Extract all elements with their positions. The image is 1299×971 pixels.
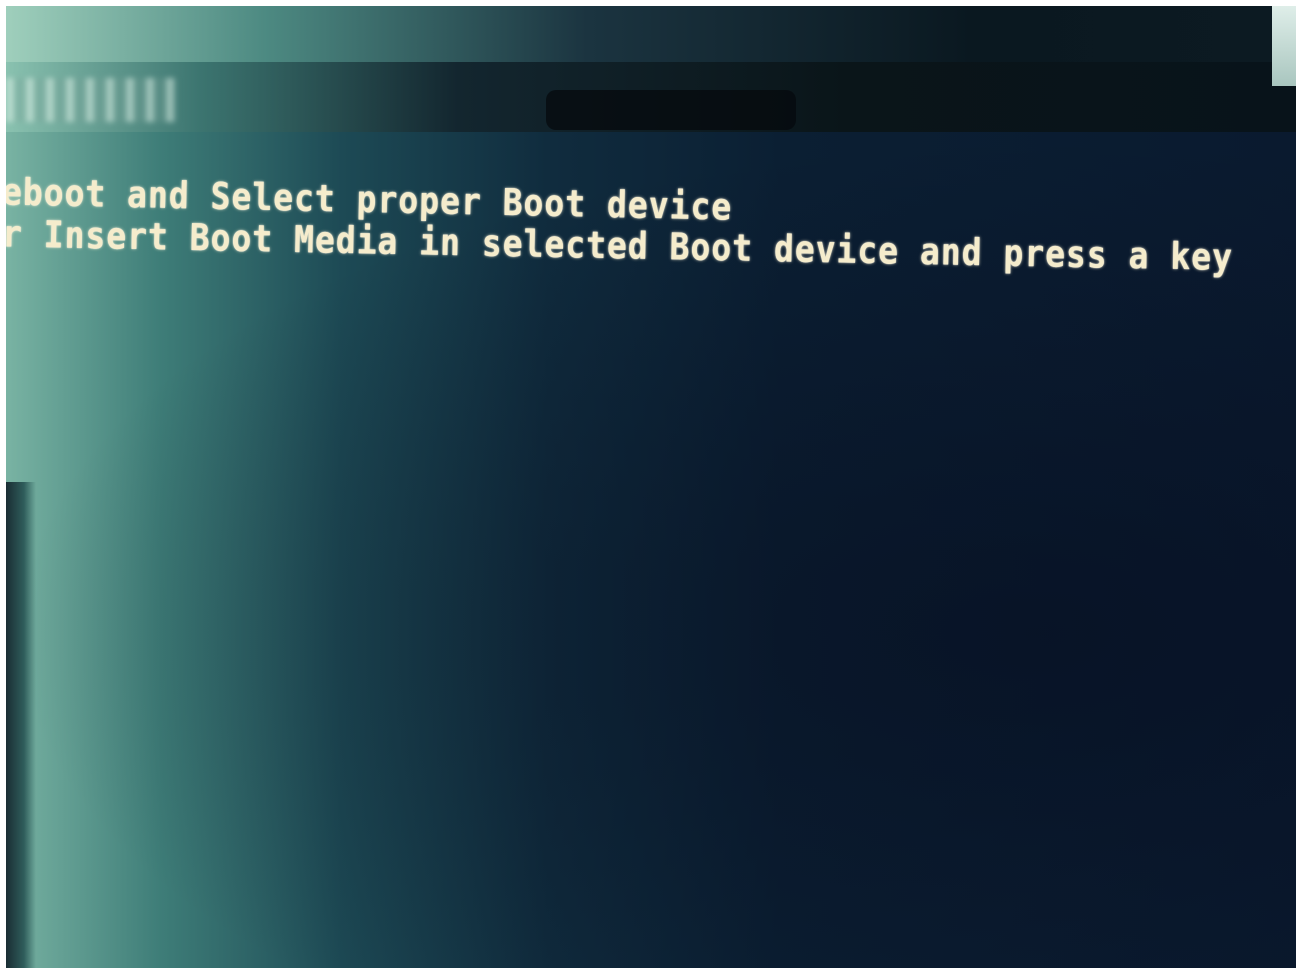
- bezel-shadow: [546, 90, 796, 130]
- monitor-bezel-top: [6, 6, 1296, 68]
- monitor-screen: eboot and Select proper Boot device r In…: [6, 132, 1296, 968]
- monitor-photo: eboot and Select proper Boot device r In…: [6, 6, 1296, 968]
- bezel-reflection: [6, 78, 176, 122]
- monitor-left-frame: [6, 482, 36, 968]
- background-wall: [1272, 6, 1296, 86]
- photo: eboot and Select proper Boot device r In…: [0, 0, 1299, 971]
